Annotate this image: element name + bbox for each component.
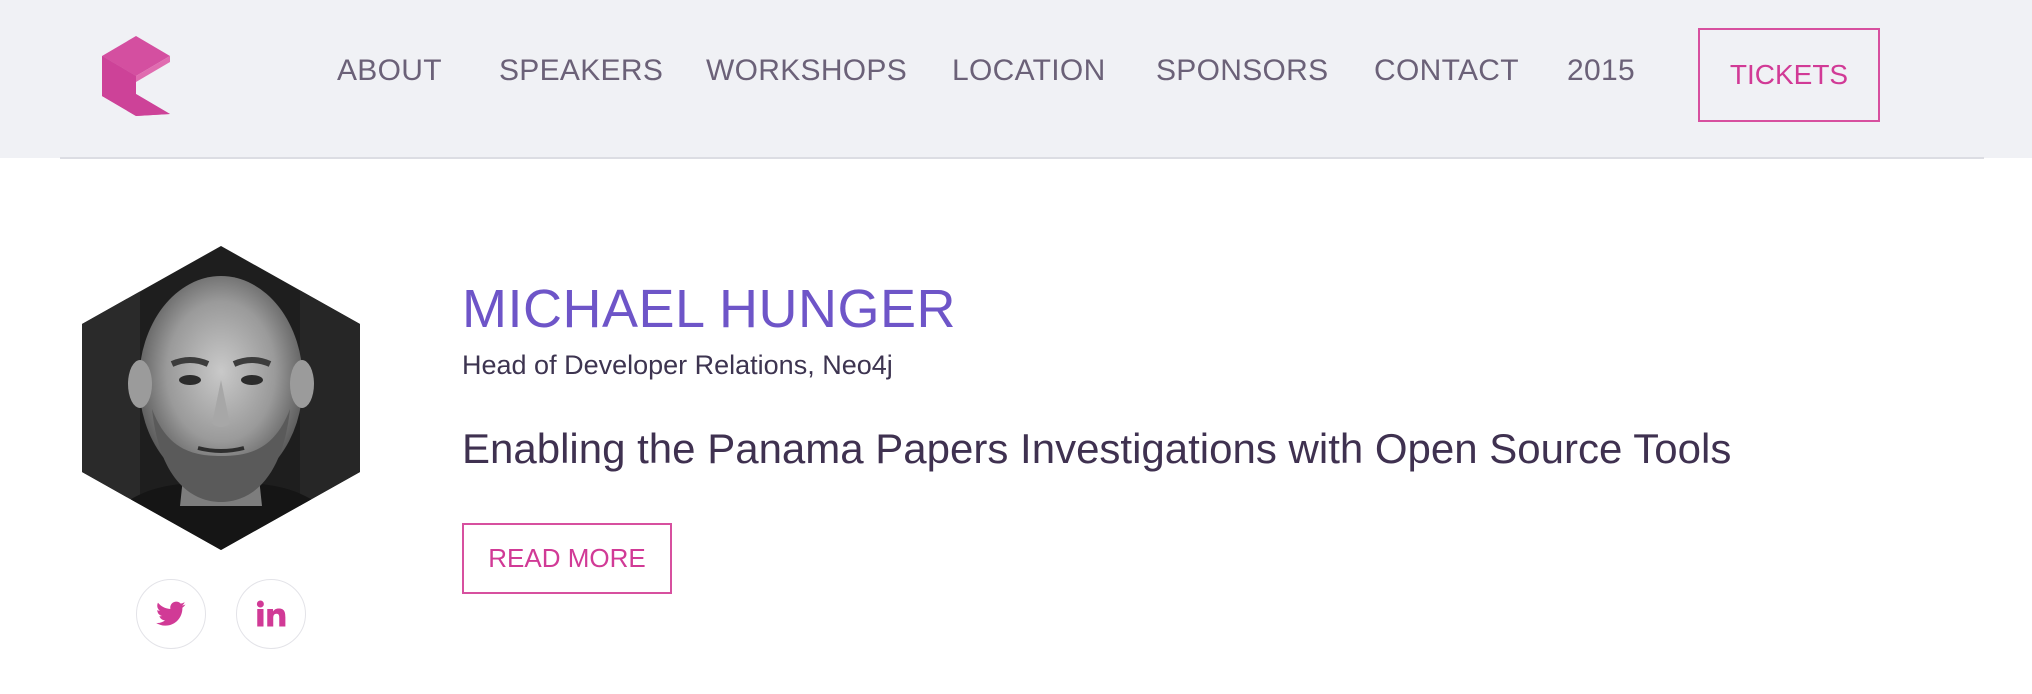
- nav-sponsors[interactable]: SPONSORS: [1156, 54, 1328, 88]
- speaker-role: Head of Developer Relations, Neo4j: [462, 350, 893, 380]
- speaker-photo: [82, 246, 360, 550]
- linkedin-icon: [256, 600, 286, 627]
- read-more-button[interactable]: READ MORE: [462, 523, 672, 594]
- nav-location[interactable]: LOCATION: [952, 54, 1106, 88]
- nav-2015[interactable]: 2015: [1567, 54, 1635, 88]
- linkedin-link[interactable]: [236, 579, 306, 649]
- twitter-link[interactable]: [136, 579, 206, 649]
- nav-about[interactable]: ABOUT: [337, 54, 442, 88]
- speaker-name: MICHAEL HUNGER: [462, 279, 957, 339]
- header-divider: [60, 157, 1984, 159]
- site-header: ABOUT SPEAKERS WORKSHOPS LOCATION SPONSO…: [0, 0, 2032, 158]
- nav-speakers[interactable]: SPEAKERS: [499, 54, 663, 88]
- tickets-button[interactable]: TICKETS: [1698, 28, 1880, 122]
- hexagon-chevron-logo-icon[interactable]: [100, 34, 172, 118]
- nav-workshops[interactable]: WORKSHOPS: [706, 54, 907, 88]
- talk-title[interactable]: Enabling the Panama Papers Investigation…: [462, 425, 1731, 473]
- nav-contact[interactable]: CONTACT: [1374, 54, 1519, 88]
- twitter-icon: [156, 601, 186, 626]
